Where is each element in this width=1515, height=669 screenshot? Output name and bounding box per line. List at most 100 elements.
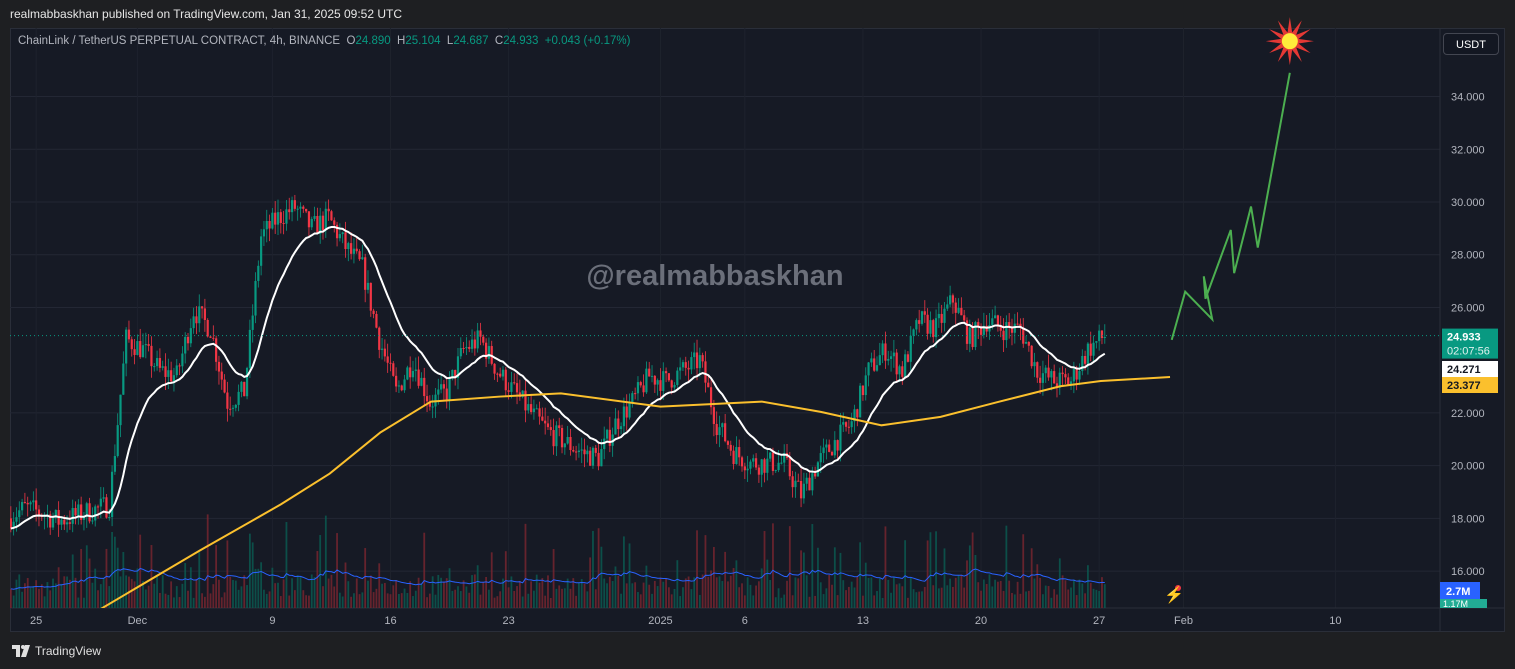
volume-bar — [220, 597, 223, 608]
volume-bar — [99, 584, 102, 608]
candle-body — [788, 457, 791, 477]
x-tick-label: 13 — [857, 615, 869, 627]
candle-body — [74, 507, 77, 516]
volume-bar — [271, 567, 274, 608]
volume-bar — [839, 552, 842, 608]
volume-bar — [631, 583, 634, 608]
candle-body — [409, 367, 412, 378]
volume-bar — [606, 583, 608, 608]
volume-bar — [698, 594, 701, 608]
volume-bar — [533, 590, 535, 608]
volume-bar — [856, 576, 859, 608]
symbol-name[interactable]: ChainLink / TetherUS PERPETUAL CONTRACT,… — [18, 35, 340, 47]
volume-bar — [1081, 583, 1084, 608]
volume-bar — [496, 596, 499, 608]
candle-body — [1089, 343, 1092, 356]
volume-bar — [457, 586, 459, 608]
candle-body — [223, 379, 226, 393]
price-chart[interactable]: 34.000 32.000 30.000 28.000 26.000 22.000 20.0… — [0, 0, 1515, 669]
y-tick-label: 26.000 — [1451, 302, 1485, 314]
candle-body — [493, 363, 496, 374]
volume-bar — [946, 585, 949, 608]
volume-bar — [684, 578, 687, 608]
volume-bar — [175, 586, 178, 608]
candle-body — [583, 449, 586, 455]
volume-bar — [1016, 581, 1019, 608]
candle-body — [1075, 368, 1078, 380]
candle-body — [229, 408, 232, 410]
candle-body — [344, 232, 347, 250]
candle-body — [996, 315, 1000, 326]
candle-body — [861, 385, 865, 396]
footer-brand[interactable]: TradingView — [12, 644, 101, 658]
volume-bar — [409, 581, 412, 608]
volume-bar — [642, 582, 645, 608]
volume-bar — [257, 568, 260, 608]
volume-bar — [915, 592, 918, 608]
volume-bar — [842, 580, 845, 608]
volume-bar — [653, 580, 656, 608]
candle-body — [805, 477, 808, 484]
volume-bar — [662, 581, 665, 608]
volume-bar — [423, 532, 426, 608]
volume-bar — [575, 595, 577, 608]
candle-body — [515, 383, 519, 393]
candle-body — [943, 308, 946, 323]
volume-bar — [1087, 565, 1089, 608]
volume-bar — [299, 576, 302, 608]
candle-body — [695, 352, 699, 369]
candle-body — [341, 232, 344, 235]
candle-body — [777, 462, 780, 471]
volume-bar — [549, 597, 552, 608]
candle-body — [1084, 355, 1087, 364]
candle-body — [15, 517, 18, 522]
volume-bar — [853, 587, 856, 608]
volume-bar — [651, 593, 653, 608]
x-tick-label: 6 — [742, 615, 748, 627]
volume-bar — [563, 588, 566, 608]
volume-bar — [800, 550, 802, 608]
volume-bar — [52, 578, 54, 608]
volume-bar — [471, 575, 473, 608]
volume-bar — [870, 577, 873, 608]
volume-bar — [586, 591, 589, 608]
volume-bar — [836, 595, 839, 608]
volume-bar — [572, 578, 575, 608]
volume-bar — [735, 560, 738, 608]
currency-button[interactable]: USDT — [1443, 33, 1499, 55]
volume-bar — [620, 593, 622, 608]
volume-bar — [985, 583, 988, 608]
volume-bar — [721, 581, 724, 608]
candle-body — [656, 380, 659, 385]
x-tick-label: 25 — [30, 615, 42, 627]
volume-bar — [997, 581, 999, 608]
volume-bar — [729, 575, 732, 608]
volume-bar — [999, 580, 1002, 608]
volume-bar — [49, 590, 52, 608]
candle-body — [842, 422, 845, 425]
candle-body — [594, 447, 597, 453]
volume-bar — [1050, 597, 1053, 608]
projection-path — [1170, 72, 1291, 341]
volume-bar — [367, 580, 369, 608]
volume-bar — [206, 514, 209, 608]
candle-body — [664, 371, 668, 374]
x-tick-label: 9 — [269, 615, 275, 627]
candle-body — [940, 313, 943, 323]
candle-body — [957, 307, 960, 313]
x-tick-label: 2025 — [648, 615, 672, 627]
volume-bar — [21, 591, 23, 608]
candle-body — [634, 393, 637, 395]
candle-body — [954, 302, 957, 313]
volume-bar — [139, 534, 142, 608]
candle-body — [991, 318, 994, 325]
volume-bar — [603, 578, 606, 608]
volume-bar — [198, 552, 201, 608]
candle-body — [738, 447, 741, 458]
candle-body — [400, 385, 403, 391]
candle-body — [828, 444, 831, 452]
candle-body — [729, 444, 732, 451]
volume-bar — [1078, 579, 1081, 608]
volume-bar — [1064, 580, 1067, 608]
candle-body — [305, 208, 308, 212]
